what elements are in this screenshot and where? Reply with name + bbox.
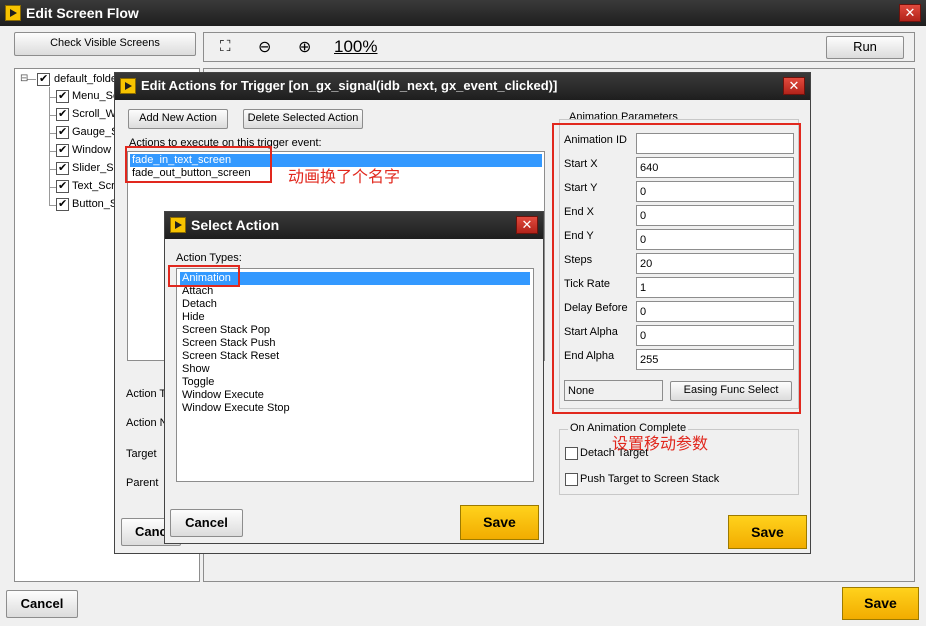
tree-item-checkbox-menu[interactable] [56, 89, 69, 103]
add-new-action-button[interactable]: Add New Action [128, 109, 228, 129]
parent-label: Parent [126, 477, 159, 489]
fit-to-screen-icon[interactable]: ⛶ [220, 38, 231, 55]
push-target-checkbox[interactable] [565, 473, 578, 486]
tree-item-label-window[interactable]: Window [72, 144, 111, 156]
tree-connector-line [49, 97, 56, 98]
detach-target-checkbox[interactable] [565, 447, 578, 460]
select-action-title-bar: Select Action ✕ [165, 212, 543, 239]
tree-item-label-button[interactable]: Button_S [72, 198, 117, 210]
tree-item-checkbox-button[interactable] [56, 197, 69, 211]
params-highlight-box [552, 123, 801, 414]
action-type-item[interactable]: Screen Stack Pop [180, 324, 530, 337]
tree-item-label-text[interactable]: Text_Scr [72, 180, 115, 192]
run-button[interactable]: Run [826, 36, 904, 59]
action-type-item[interactable]: Show [180, 363, 530, 376]
select-action-close-button[interactable]: ✕ [516, 216, 538, 234]
select-action-title: Select Action [191, 217, 280, 233]
action-type-item[interactable]: Detach [180, 298, 530, 311]
tree-item-checkbox-window[interactable] [56, 143, 69, 157]
canvas-toolbar: ⛶ ⊖ ⊕ 100% Run [203, 32, 915, 62]
edit-actions-title-bar: Edit Actions for Trigger [on_gx_signal(i… [115, 73, 810, 100]
action-type-item[interactable]: Window Execute Stop [180, 402, 530, 415]
zoom-level[interactable]: 100% [334, 37, 377, 57]
tree-item-checkbox-slider[interactable] [56, 161, 69, 175]
tree-item-checkbox-text[interactable] [56, 179, 69, 193]
app-logo-icon [120, 78, 136, 94]
select-action-dialog: Select Action ✕ Action Types: Animation A… [164, 211, 544, 544]
main-window-title: Edit Screen Flow [26, 5, 139, 21]
edit-actions-close-button[interactable]: ✕ [783, 77, 805, 95]
select-action-save-button[interactable]: Save [460, 505, 539, 540]
action-types-label: Action Types: [176, 252, 242, 264]
tree-root-checkbox[interactable] [37, 72, 50, 86]
tree-connector-line [49, 151, 56, 152]
main-cancel-button[interactable]: Cancel [6, 590, 78, 618]
action-type-label: Action T [126, 388, 167, 400]
action-type-item[interactable]: Screen Stack Reset [180, 350, 530, 363]
tree-connector-line [49, 187, 56, 188]
tree-connector-line [49, 169, 56, 170]
push-target-label: Push Target to Screen Stack [580, 473, 720, 485]
trigger-save-button[interactable]: Save [728, 515, 807, 549]
main-close-button[interactable]: ✕ [899, 4, 921, 22]
edit-actions-title: Edit Actions for Trigger [on_gx_signal(i… [141, 78, 558, 93]
zoom-in-icon[interactable]: ⊕ [298, 37, 311, 57]
main-save-button[interactable]: Save [842, 587, 919, 620]
tree-item-checkbox-scroll[interactable] [56, 107, 69, 121]
action-type-item[interactable]: Window Execute [180, 389, 530, 402]
tree-item-label-slider[interactable]: Slider_S [72, 162, 114, 174]
tree-connector-line [49, 205, 56, 206]
app-logo-icon [5, 5, 21, 21]
tree-root-label[interactable]: default_folder [54, 73, 121, 85]
tree-item-label-menu[interactable]: Menu_Sc [72, 90, 118, 102]
tree-item-label-gauge[interactable]: Gauge_S [72, 126, 118, 138]
action-type-item[interactable]: Hide [180, 311, 530, 324]
delete-selected-action-button[interactable]: Delete Selected Action [243, 109, 363, 129]
action-types-list[interactable]: Animation Attach Detach Hide Screen Stack Po… [176, 268, 534, 482]
zoom-out-icon[interactable]: ⊖ [258, 37, 271, 57]
app-logo-icon [170, 217, 186, 233]
check-visible-screens-button[interactable]: Check Visible Screens [14, 32, 196, 56]
tree-connector-line [49, 115, 56, 116]
tree-item-label-scroll[interactable]: Scroll_W [72, 108, 116, 120]
rename-annotation: 动画换了个名字 [288, 167, 401, 186]
animation-highlight-box [168, 265, 240, 287]
action-name-label: Action N [126, 417, 168, 429]
main-title-bar: Edit Screen Flow ✕ [0, 0, 926, 26]
action-type-item[interactable]: Screen Stack Push [180, 337, 530, 350]
rename-highlight-box [125, 146, 272, 183]
target-label: Target [126, 448, 157, 460]
params-annotation: 设置移动参数 [612, 434, 709, 453]
tree-item-checkbox-gauge[interactable] [56, 125, 69, 139]
tree-connector-line [49, 133, 56, 134]
action-type-item[interactable]: Toggle [180, 376, 530, 389]
select-action-cancel-button[interactable]: Cancel [170, 509, 243, 537]
tree-collapse-icon[interactable]: ⊟ [20, 73, 28, 84]
